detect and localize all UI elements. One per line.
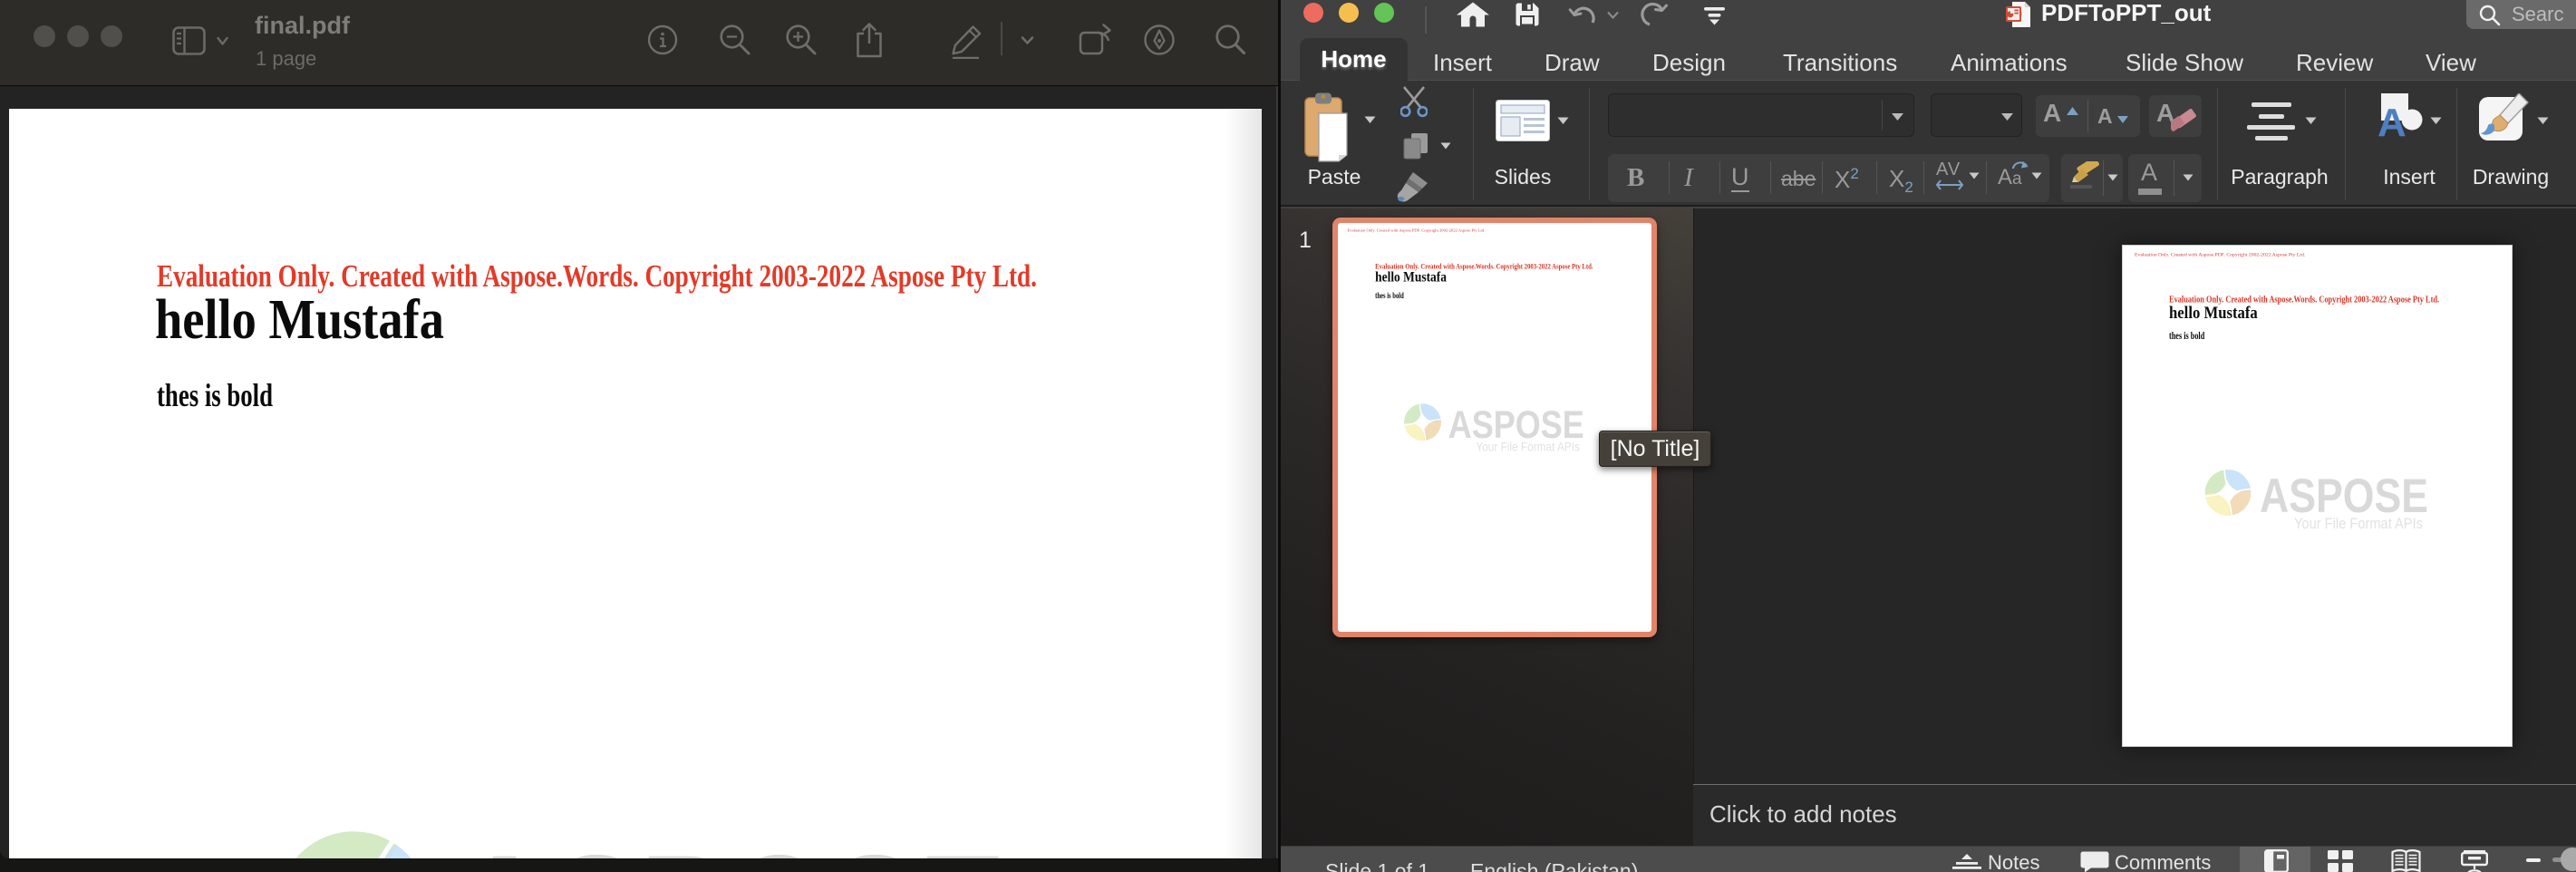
svg-text:A: A (2377, 101, 2407, 145)
